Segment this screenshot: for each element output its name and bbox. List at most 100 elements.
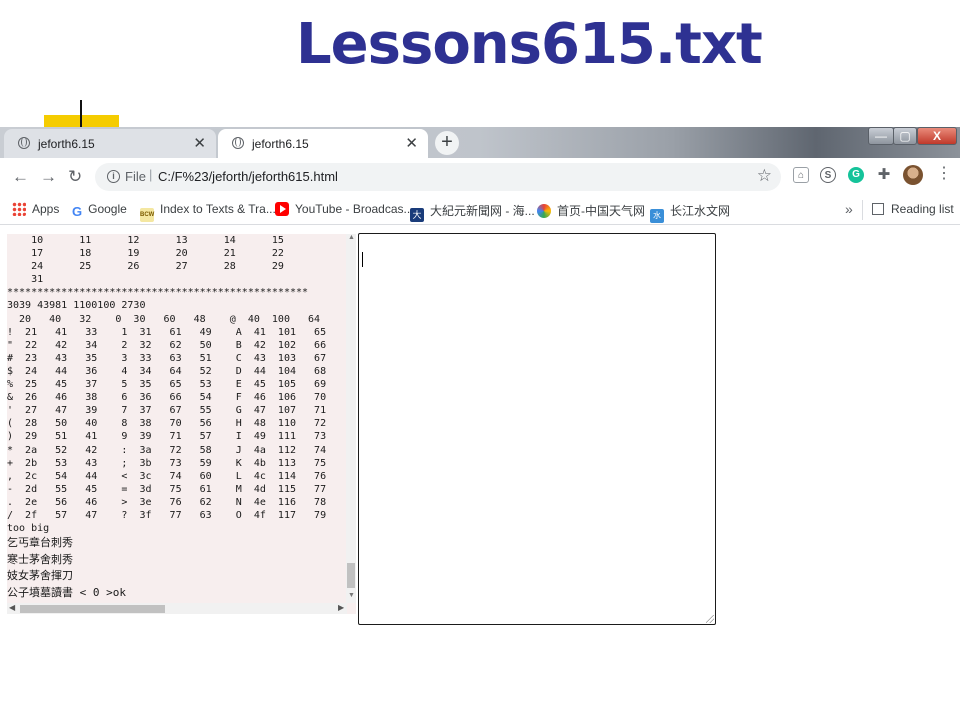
minimize-button[interactable]: — — [868, 127, 894, 145]
console-lines: 10 11 12 13 14 15 17 18 19 20 21 22 24 2… — [7, 234, 347, 603]
console-line: 乞丐章台刺秀 — [7, 536, 73, 550]
bookmarks-overflow-icon[interactable]: » — [845, 201, 853, 217]
bookmark-star-icon[interactable]: ☆ — [757, 166, 772, 186]
scroll-down-icon[interactable]: ▼ — [348, 592, 355, 599]
bookmark-label: Google — [88, 202, 127, 216]
maximize-button[interactable]: ▢ — [893, 127, 917, 145]
console-line: / 2f 57 47 ? 3f 77 63 O 4f 117 79 — [7, 509, 327, 521]
back-arrow-icon[interactable]: ← — [12, 167, 29, 187]
console-line: * 2a 52 42 : 3a 72 58 J 4a 112 74 — [7, 444, 327, 456]
pocket-icon[interactable]: ⌂ — [793, 167, 809, 183]
tab-title: jeforth6.15 — [252, 137, 309, 151]
address-bar[interactable]: i File | C:/F%23/jeforth/jeforth615.html… — [95, 163, 781, 191]
bookmark-youtube[interactable]: YouTube - Broadcas... — [275, 202, 414, 216]
globe-icon — [232, 137, 244, 149]
tab-jeforth-2[interactable]: jeforth6.15 ✕ — [218, 129, 428, 158]
reading-list-label: Reading list — [891, 202, 954, 216]
forward-arrow-icon[interactable]: → — [40, 167, 57, 187]
console-line: 10 11 12 13 14 15 — [7, 235, 284, 246]
bookmark-apps[interactable]: Apps — [12, 202, 59, 216]
console-line: 24 25 26 27 28 29 — [7, 261, 284, 273]
console-line: # 23 43 35 3 33 63 51 C 43 103 67 — [7, 352, 327, 364]
tab-close-icon[interactable]: ✕ — [405, 134, 418, 152]
apps-grid-icon — [12, 202, 26, 216]
console-line: 3039 43981 1100100 2730 — [7, 300, 146, 312]
bookmarks-bar: Apps G Google BCW Index to Texts & Tra... … — [0, 196, 960, 225]
reading-list-button[interactable]: Reading list — [872, 202, 954, 216]
console-line: ) 29 51 41 9 39 71 57 I 49 111 73 — [7, 431, 327, 443]
console-line: & 26 46 38 6 36 66 54 F 46 106 70 — [7, 392, 327, 404]
vertical-scrollbar[interactable]: ▲ ▼ — [346, 234, 356, 603]
console-line: ( 28 50 40 8 38 70 56 H 48 110 72 — [7, 418, 327, 430]
console-line: " 22 42 34 2 32 62 50 B 42 102 66 — [7, 339, 327, 351]
tab-jeforth-1[interactable]: jeforth6.15 ✕ — [4, 129, 216, 158]
globe-icon — [18, 137, 30, 149]
console-line: - 2d 55 45 = 3d 75 61 M 4d 115 77 — [7, 483, 327, 495]
info-icon[interactable]: i — [107, 170, 120, 183]
dajiyuan-icon: 大 — [410, 208, 424, 222]
weather-icon — [537, 204, 551, 218]
console-line: 寒士茅舍刺秀 — [7, 552, 73, 566]
browser-toolbar: ← → ↻ i File | C:/F%23/jeforth/jeforth61… — [0, 158, 960, 196]
horizontal-scrollbar[interactable]: ◀ ▶ — [7, 603, 347, 614]
console-line: 公子墳墓讀書 < 0 >ok — [7, 585, 126, 599]
console-line: + 2b 53 43 ; 3b 73 59 K 4b 113 75 — [7, 457, 327, 469]
console-line: . 2e 56 46 > 3e 76 62 N 4e 116 78 — [7, 496, 327, 508]
url-separator: | — [149, 167, 153, 182]
console-line: 31 — [7, 274, 44, 286]
bookmark-weather[interactable]: 首页-中国天气网 — [537, 202, 645, 219]
bcw-icon: BCW — [140, 208, 154, 222]
bookmark-label: YouTube - Broadcas... — [295, 202, 414, 216]
bookmark-dajiyuan[interactable]: 大大紀元新聞网 - 海... — [410, 202, 535, 222]
bookmark-label: Apps — [32, 202, 60, 216]
menu-dots-icon[interactable]: ⋮ — [936, 165, 952, 183]
bookmark-label: Index to Texts & Tra... — [160, 202, 276, 216]
scroll-left-icon[interactable]: ◀ — [9, 603, 15, 612]
tab-strip: jeforth6.15 ✕ jeforth6.15 ✕ + — ▢ X — [0, 127, 960, 158]
page-content: 10 11 12 13 14 15 17 18 19 20 21 22 24 2… — [0, 225, 960, 720]
decorative-vertical-line — [80, 100, 82, 130]
console-line: % 25 45 37 5 35 65 53 E 45 105 69 — [7, 379, 327, 391]
profile-avatar[interactable] — [903, 165, 923, 185]
bookmark-label: 大紀元新聞网 - 海... — [430, 204, 535, 218]
text-caret — [362, 252, 363, 267]
vertical-scroll-thumb[interactable] — [347, 563, 355, 588]
url-scheme-label: File — [125, 169, 146, 184]
bookmark-water[interactable]: 水长江水文网 — [650, 202, 730, 223]
input-textarea[interactable] — [358, 233, 716, 625]
bookmark-label: 长江水文网 — [670, 204, 731, 218]
close-window-button[interactable]: X — [917, 127, 957, 145]
tab-title: jeforth6.15 — [38, 137, 95, 151]
console-line: too big — [7, 523, 50, 535]
google-icon: G — [72, 204, 83, 219]
slide-title: Lessons615.txt — [296, 12, 763, 77]
console-line: $ 24 44 36 4 34 64 52 D 44 104 68 — [7, 365, 327, 377]
output-console[interactable]: 10 11 12 13 14 15 17 18 19 20 21 22 24 2… — [7, 234, 356, 614]
reading-list-icon — [872, 203, 884, 215]
bookmarks-divider — [862, 200, 863, 220]
url-text[interactable]: C:/F%23/jeforth/jeforth615.html — [158, 169, 338, 184]
console-line: 17 18 19 20 21 22 — [7, 248, 284, 260]
youtube-icon — [275, 202, 289, 216]
skype-icon[interactable]: S — [820, 167, 836, 183]
horizontal-scroll-thumb[interactable] — [20, 605, 165, 613]
tab-close-icon[interactable]: ✕ — [193, 134, 206, 152]
browser-window: jeforth6.15 ✕ jeforth6.15 ✕ + — ▢ X ← → … — [0, 127, 960, 720]
scroll-up-icon[interactable]: ▲ — [348, 234, 355, 241]
scroll-right-icon[interactable]: ▶ — [338, 603, 344, 612]
grammarly-icon[interactable]: G — [848, 167, 864, 183]
console-line: ! 21 41 33 1 31 61 49 A 41 101 65 — [7, 326, 327, 338]
console-line: 妓女茅舍揮刀 — [7, 569, 73, 583]
console-line: 20 40 32 0 30 60 48 @ 40 100 64 — [7, 313, 321, 325]
resize-grip-icon[interactable] — [706, 615, 714, 623]
bookmark-index-texts[interactable]: BCW Index to Texts & Tra... — [140, 202, 276, 222]
puzzle-icon[interactable]: ✚ — [876, 167, 892, 183]
water-icon: 水 — [650, 209, 664, 223]
bookmark-label: 首页-中国天气网 — [557, 204, 645, 218]
console-line: , 2c 54 44 < 3c 74 60 L 4c 114 76 — [7, 470, 327, 482]
console-line: ****************************************… — [7, 287, 309, 299]
bookmark-google[interactable]: G Google — [72, 202, 127, 219]
reload-icon[interactable]: ↻ — [68, 167, 82, 187]
new-tab-button[interactable]: + — [435, 131, 459, 155]
console-line: ' 27 47 39 7 37 67 55 G 47 107 71 — [7, 405, 327, 417]
